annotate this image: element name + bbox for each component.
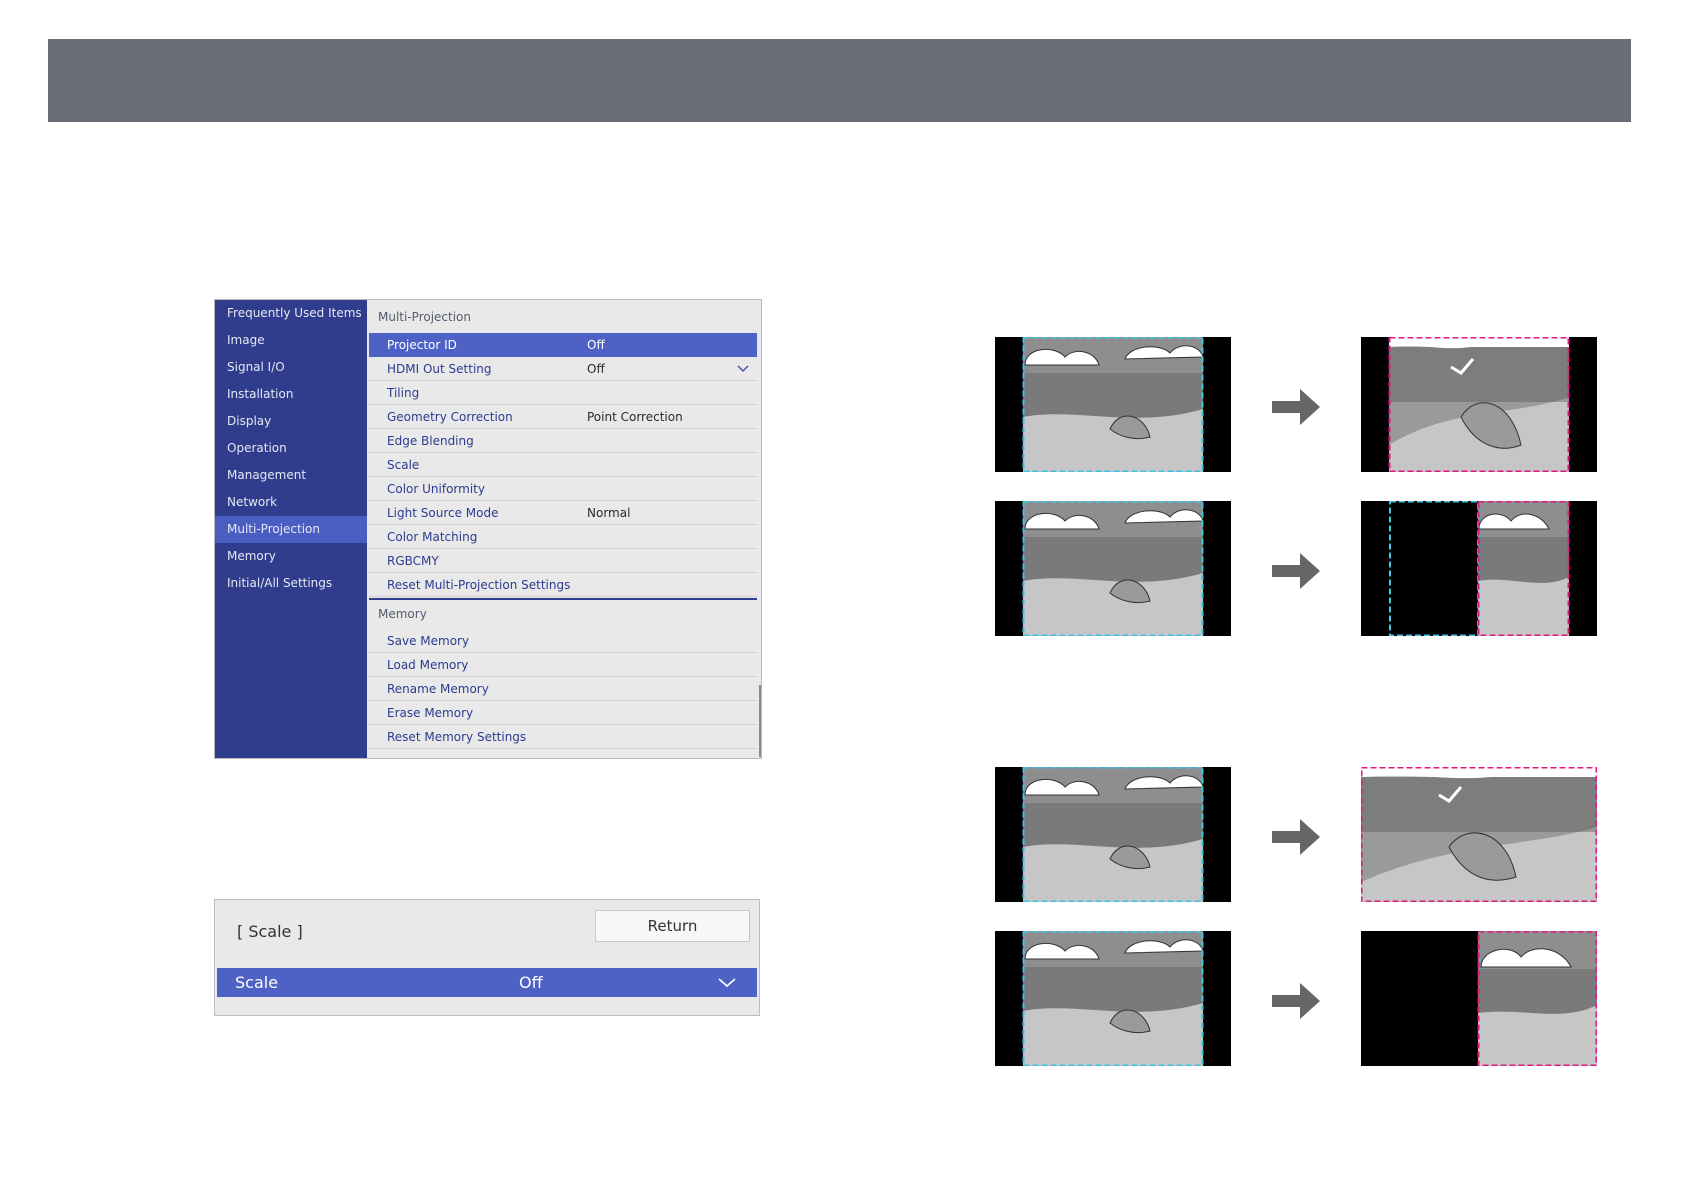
source-image-panel <box>995 501 1231 636</box>
sidebar-item-display[interactable]: Display <box>215 408 367 435</box>
row-label: Reset Memory Settings <box>387 730 527 744</box>
menu-row-tiling[interactable]: Tiling <box>369 381 757 405</box>
sidebar-item-operation[interactable]: Operation <box>215 435 367 462</box>
menu-row-rename-memory[interactable]: Rename Memory <box>369 677 757 701</box>
sidebar-item-installation[interactable]: Installation <box>215 381 367 408</box>
right-arrow-icon <box>1272 389 1320 425</box>
menu-row-light-source-mode[interactable]: Light Source Mode Normal <box>369 501 757 525</box>
menu-row-reset-multi-projection[interactable]: Reset Multi-Projection Settings <box>369 573 757 597</box>
result-image-panel <box>1361 337 1597 472</box>
section-header-memory: Memory <box>378 607 427 621</box>
result-image-panel <box>1361 767 1597 902</box>
row-label: Light Source Mode <box>387 506 499 520</box>
row-label: Erase Memory <box>387 706 474 720</box>
section-header-multi-projection: Multi-Projection <box>378 310 471 324</box>
row-label: Color Uniformity <box>387 482 485 496</box>
menu-sidebar: Frequently Used Items Image Signal I/O I… <box>215 300 367 758</box>
source-image-panel <box>995 337 1231 472</box>
row-label: Tiling <box>387 386 420 400</box>
menu-row-erase-memory[interactable]: Erase Memory <box>369 701 757 725</box>
sidebar-item-management[interactable]: Management <box>215 462 367 489</box>
row-label: Color Matching <box>387 530 478 544</box>
row-label: Rename Memory <box>387 682 489 696</box>
sidebar-item-multi-projection[interactable]: Multi-Projection <box>215 516 367 543</box>
menu-row-load-memory[interactable]: Load Memory <box>369 653 757 677</box>
row-label: Edge Blending <box>387 434 474 448</box>
projector-menu: Frequently Used Items Image Signal I/O I… <box>214 299 762 759</box>
sidebar-item-initial-all-settings[interactable]: Initial/All Settings <box>215 570 367 597</box>
menu-main: Multi-Projection Projector ID Off HDMI O… <box>367 300 761 758</box>
scrollbar[interactable] <box>759 685 761 757</box>
row-value: Off <box>587 362 605 376</box>
menu-row-projector-id[interactable]: Projector ID Off <box>369 333 757 357</box>
menu-row-rgbcmy[interactable]: RGBCMY <box>369 549 757 573</box>
row-value: Off <box>587 338 605 352</box>
menu-row-color-matching[interactable]: Color Matching <box>369 525 757 549</box>
row-value: Normal <box>587 506 631 520</box>
menu-row-save-memory[interactable]: Save Memory <box>369 629 757 653</box>
right-arrow-icon <box>1272 819 1320 855</box>
result-image-panel <box>1361 501 1597 636</box>
row-label: Projector ID <box>387 338 457 352</box>
menu-row-geometry-correction[interactable]: Geometry Correction Point Correction <box>369 405 757 429</box>
header-bar <box>48 39 1631 122</box>
row-label: Scale <box>235 973 279 992</box>
sidebar-item-frequently-used[interactable]: Frequently Used Items <box>215 300 367 327</box>
scale-setting-row[interactable]: Scale Off <box>217 968 757 997</box>
scale-dialog: [ Scale ] Return Scale Off <box>214 899 760 1016</box>
sidebar-item-signal-io[interactable]: Signal I/O <box>215 354 367 381</box>
row-value: Off <box>519 973 543 992</box>
result-image-panel <box>1361 931 1597 1066</box>
row-label: Save Memory <box>387 634 470 648</box>
source-image-panel <box>995 931 1231 1066</box>
right-arrow-icon <box>1272 553 1320 589</box>
row-label: RGBCMY <box>387 554 439 568</box>
row-label: Reset Multi-Projection Settings <box>387 578 571 592</box>
source-image-panel <box>995 767 1231 902</box>
return-button[interactable]: Return <box>595 910 750 942</box>
menu-row-edge-blending[interactable]: Edge Blending <box>369 429 757 453</box>
menu-row-hdmi-out-setting[interactable]: HDMI Out Setting Off <box>369 357 757 381</box>
chevron-down-icon[interactable] <box>717 968 737 1006</box>
row-label: HDMI Out Setting <box>387 362 492 376</box>
menu-row-reset-memory-settings[interactable]: Reset Memory Settings <box>369 725 757 749</box>
section-divider <box>369 598 757 600</box>
sidebar-item-network[interactable]: Network <box>215 489 367 516</box>
row-label: Scale <box>387 458 420 472</box>
dialog-title: [ Scale ] <box>237 922 303 941</box>
row-label: Geometry Correction <box>387 410 513 424</box>
right-arrow-icon <box>1272 983 1320 1019</box>
sidebar-item-image[interactable]: Image <box>215 327 367 354</box>
row-label: Load Memory <box>387 658 469 672</box>
row-value: Point Correction <box>587 410 683 424</box>
sidebar-item-memory[interactable]: Memory <box>215 543 367 570</box>
menu-row-color-uniformity[interactable]: Color Uniformity <box>369 477 757 501</box>
menu-row-scale[interactable]: Scale <box>369 453 757 477</box>
